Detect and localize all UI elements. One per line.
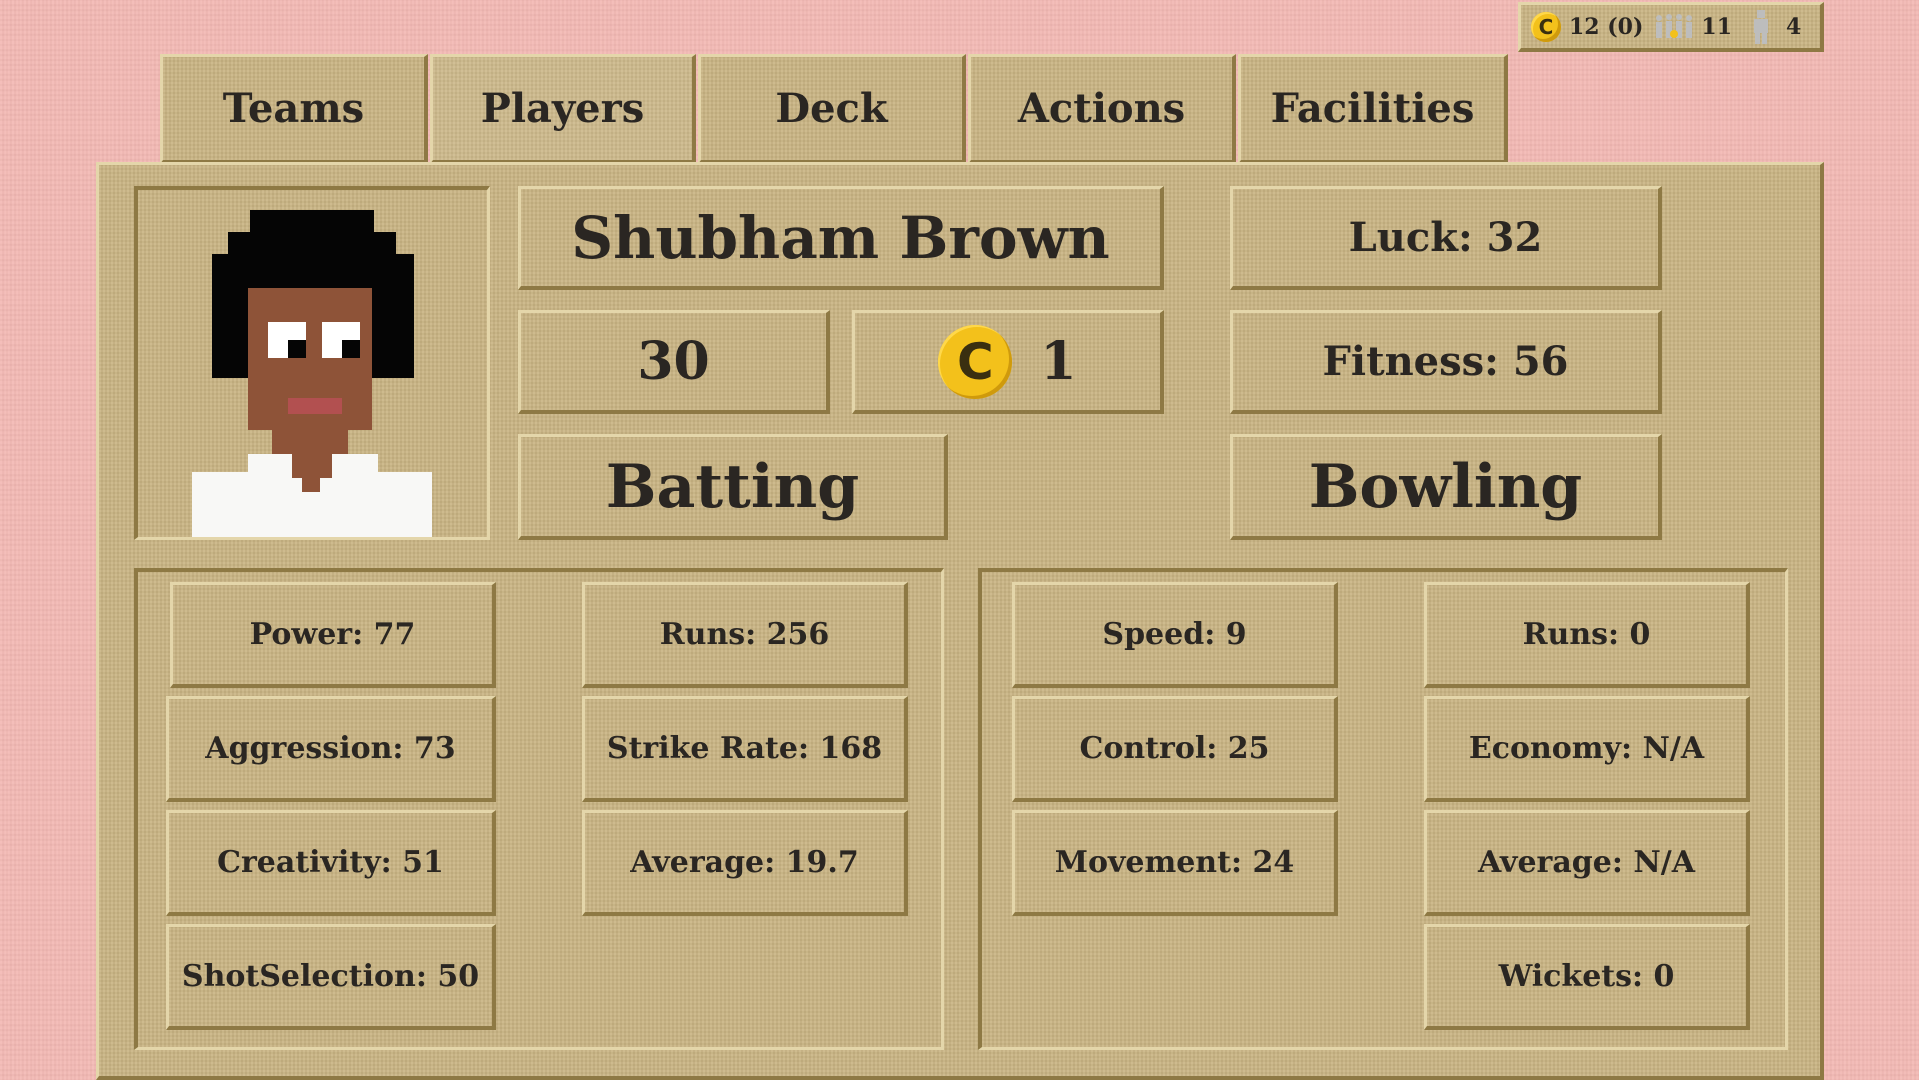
avatar [192, 210, 432, 537]
batting-average-stat: Average: 19.7 [582, 810, 908, 916]
strike-rate-stat: Strike Rate: 168 [582, 696, 908, 802]
tab-deck[interactable]: Deck [698, 54, 966, 164]
movement-stat: Movement: 24 [1012, 810, 1338, 916]
bowling-average-stat: Average: N/A [1424, 810, 1750, 916]
player-portrait [134, 186, 490, 540]
team-count: 11 [1701, 13, 1733, 40]
economy-stat: Economy: N/A [1424, 696, 1750, 802]
luck-stat: Luck: 32 [1230, 186, 1662, 290]
cost-value: 1 [1040, 331, 1077, 392]
coin-icon: C [1531, 11, 1561, 42]
power-stat: Power: 77 [170, 582, 496, 688]
team-icon [1656, 13, 1693, 38]
bowling-heading: Bowling [1230, 434, 1662, 540]
person-count: 4 [1786, 13, 1802, 40]
batting-heading: Batting [518, 434, 948, 540]
wickets-stat: Wickets: 0 [1424, 924, 1750, 1030]
player-age: 30 [518, 310, 830, 414]
resource-bar: C 12 (0) 11 4 [1518, 2, 1824, 52]
person-icon [1754, 9, 1769, 44]
tab-actions[interactable]: Actions [968, 54, 1236, 164]
control-stat: Control: 25 [1012, 696, 1338, 802]
coin-count: 12 (0) [1569, 13, 1644, 40]
bowling-runs-stat: Runs: 0 [1424, 582, 1750, 688]
fitness-stat: Fitness: 56 [1230, 310, 1662, 414]
tab-facilities[interactable]: Facilities [1238, 54, 1508, 164]
tab-teams[interactable]: Teams [160, 54, 428, 164]
speed-stat: Speed: 9 [1012, 582, 1338, 688]
creativity-stat: Creativity: 51 [166, 810, 496, 916]
shot-selection-stat: ShotSelection: 50 [166, 924, 496, 1030]
tab-players[interactable]: Players [430, 54, 696, 164]
coin-icon: C [938, 324, 1013, 399]
aggression-stat: Aggression: 73 [166, 696, 496, 802]
batting-runs-stat: Runs: 256 [582, 582, 908, 688]
player-name: Shubham Brown [518, 186, 1164, 290]
player-cost: C 1 [852, 310, 1164, 414]
